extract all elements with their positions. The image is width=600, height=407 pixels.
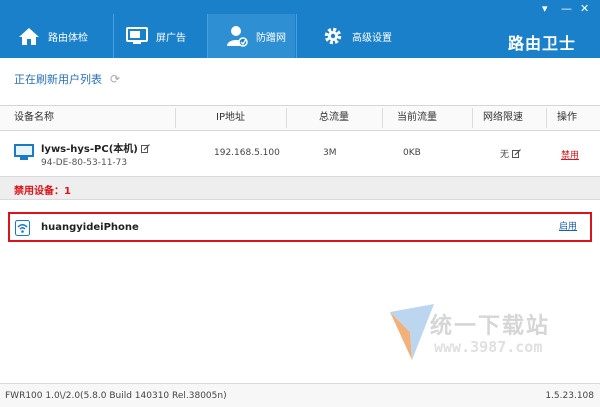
menu-dropdown-button[interactable]: ▾ [542, 3, 548, 14]
watermark-url: www.3987.com [434, 338, 543, 356]
close-button[interactable]: ✕ [580, 3, 589, 14]
firmware-version: FWR100 1.0\/2.0(5.8.0 Build 140310 Rel.3… [5, 391, 227, 401]
speed-limit-value: 无 [500, 150, 510, 160]
tab-label: 防蹭网 [256, 32, 286, 44]
tab-label: 屏广告 [156, 32, 186, 44]
watermark-arrow-icon [390, 304, 434, 360]
table-row: lyws-hys-PC(本机) 94-DE-80-53-11-73 192.16… [0, 131, 600, 175]
tab-label: 路由体检 [48, 32, 88, 44]
watermark-logo: 统一下载站 www.3987.com [388, 296, 578, 368]
computer-icon [14, 144, 34, 161]
minimize-button[interactable]: — [561, 3, 572, 14]
edit-icon[interactable] [140, 144, 150, 153]
device-current-traffic: 0KB [403, 148, 421, 158]
device-name: lyws-hys-PC(本机) [41, 140, 150, 155]
user-shield-icon [226, 25, 248, 47]
device-mac: 94-DE-80-53-11-73 [41, 158, 128, 168]
watermark-text: 统一下载站 [430, 314, 551, 339]
refresh-status: 正在刷新用户列表 ⟳ [14, 71, 120, 87]
ban-device-link[interactable]: 禁用 [561, 148, 579, 161]
banned-count-label: 禁用设备：1 [14, 186, 71, 197]
device-table-header: 设备名称 IP地址 总流量 当前流量 网络限速 操作 [0, 105, 600, 131]
device-ip: 192.168.5.100 [214, 148, 280, 158]
banned-devices-section-header: 禁用设备：1 [0, 176, 600, 200]
home-icon [18, 25, 40, 47]
gear-icon [322, 25, 344, 47]
column-speed-limit: 网络限速 [483, 112, 523, 123]
tab-ad-block[interactable]: 屏广告 [126, 14, 208, 58]
tab-advanced-settings[interactable]: 高级设置 [322, 14, 412, 58]
app-brand-logo: 路由卫士 [507, 34, 576, 53]
tab-label: 高级设置 [352, 32, 392, 44]
refresh-status-text: 正在刷新用户列表 [14, 73, 102, 86]
column-device-name: 设备名称 [14, 112, 54, 123]
column-action: 操作 [557, 112, 577, 123]
wifi-phone-icon [15, 220, 30, 236]
app-version: 1.5.23.108 [545, 391, 594, 401]
device-total-traffic: 3M [323, 148, 337, 158]
column-ip: IP地址 [216, 112, 245, 123]
banned-device-name: huangyideiPhone [41, 222, 139, 233]
device-name-text: lyws-hys-PC(本机) [41, 144, 138, 155]
tab-anti-freeload[interactable]: 防蹭网 [208, 14, 295, 58]
monitor-icon [126, 25, 148, 47]
tab-router-check[interactable]: 路由体检 [18, 14, 108, 58]
column-current-traffic: 当前流量 [397, 112, 437, 123]
edit-limit-icon[interactable] [512, 149, 521, 158]
enable-device-link[interactable]: 启用 [559, 219, 577, 232]
column-total-traffic: 总流量 [319, 112, 349, 123]
status-bar: FWR100 1.0\/2.0(5.8.0 Build 140310 Rel.3… [0, 383, 600, 407]
refresh-icon[interactable]: ⟳ [110, 72, 120, 86]
device-speed-limit: 无 [500, 147, 521, 160]
banned-device-row: huangyideiPhone 启用 [8, 212, 592, 242]
top-bar: ▾ — ✕ 路由体检 屏广告 防蹭网 高级设置 路由卫士 [0, 0, 600, 58]
